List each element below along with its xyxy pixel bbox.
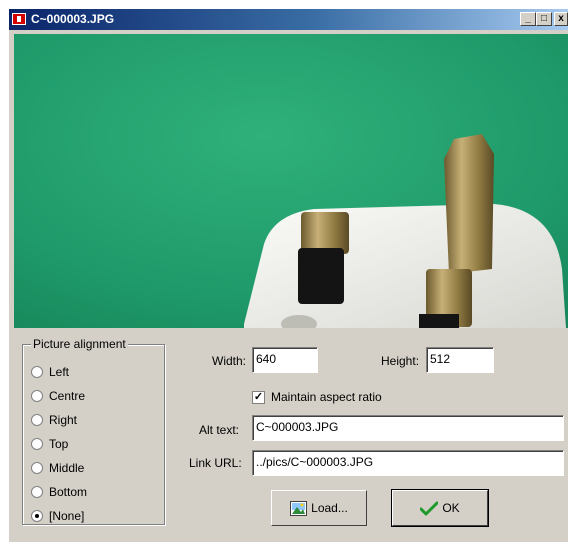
width-field[interactable]: 640 (252, 347, 318, 373)
checkmark-icon (420, 501, 439, 515)
radio-circle (31, 486, 43, 498)
maintain-aspect-checkbox[interactable]: ✓ Maintain aspect ratio (252, 389, 382, 405)
align-none-radio[interactable]: [None] (31, 508, 84, 524)
maximize-icon[interactable]: □ (536, 12, 552, 26)
align-right-radio[interactable]: Right (31, 412, 77, 428)
align-left-radio[interactable]: Left (31, 364, 69, 380)
load-picture-icon (290, 500, 308, 516)
load-button-label: Load... (311, 501, 348, 515)
window-icon (12, 13, 26, 25)
alt-text-label: Alt text: (199, 423, 240, 437)
height-label: Height: (381, 354, 420, 368)
picture-alignment-group: Picture alignment Left Centre Right Top … (22, 337, 165, 525)
link-url-label: Link URL: (189, 456, 242, 470)
align-centre-radio[interactable]: Centre (31, 388, 85, 404)
radio-circle (31, 414, 43, 426)
link-url-field[interactable]: ../pics/C~000003.JPG (252, 450, 564, 476)
radio-circle (31, 390, 43, 402)
picture-preview (14, 34, 568, 328)
title-bar[interactable]: C~000003.JPG _ □ x (9, 9, 568, 30)
radio-circle (31, 462, 43, 474)
width-label: Width: (212, 354, 247, 368)
picture-alignment-label: Picture alignment (31, 337, 128, 351)
alt-text-field[interactable]: C~000003.JPG (252, 415, 564, 441)
checkmark-box: ✓ (252, 390, 265, 404)
radio-circle (31, 438, 43, 450)
image-properties-dialog: C~000003.JPG _ □ x Picture alignment Lef… (9, 9, 568, 542)
height-field[interactable]: 512 (426, 347, 494, 373)
minimize-icon[interactable]: _ (520, 12, 536, 26)
close-icon[interactable]: x (554, 12, 568, 26)
ok-button[interactable]: OK (391, 489, 489, 527)
load-button[interactable]: Load... (271, 490, 367, 526)
window-title: C~000003.JPG (31, 12, 115, 26)
ok-button-label: OK (442, 501, 460, 515)
align-top-radio[interactable]: Top (31, 436, 68, 452)
radio-circle-selected (31, 510, 43, 522)
radio-circle (31, 366, 43, 378)
align-middle-radio[interactable]: Middle (31, 460, 84, 476)
align-bottom-radio[interactable]: Bottom (31, 484, 87, 500)
